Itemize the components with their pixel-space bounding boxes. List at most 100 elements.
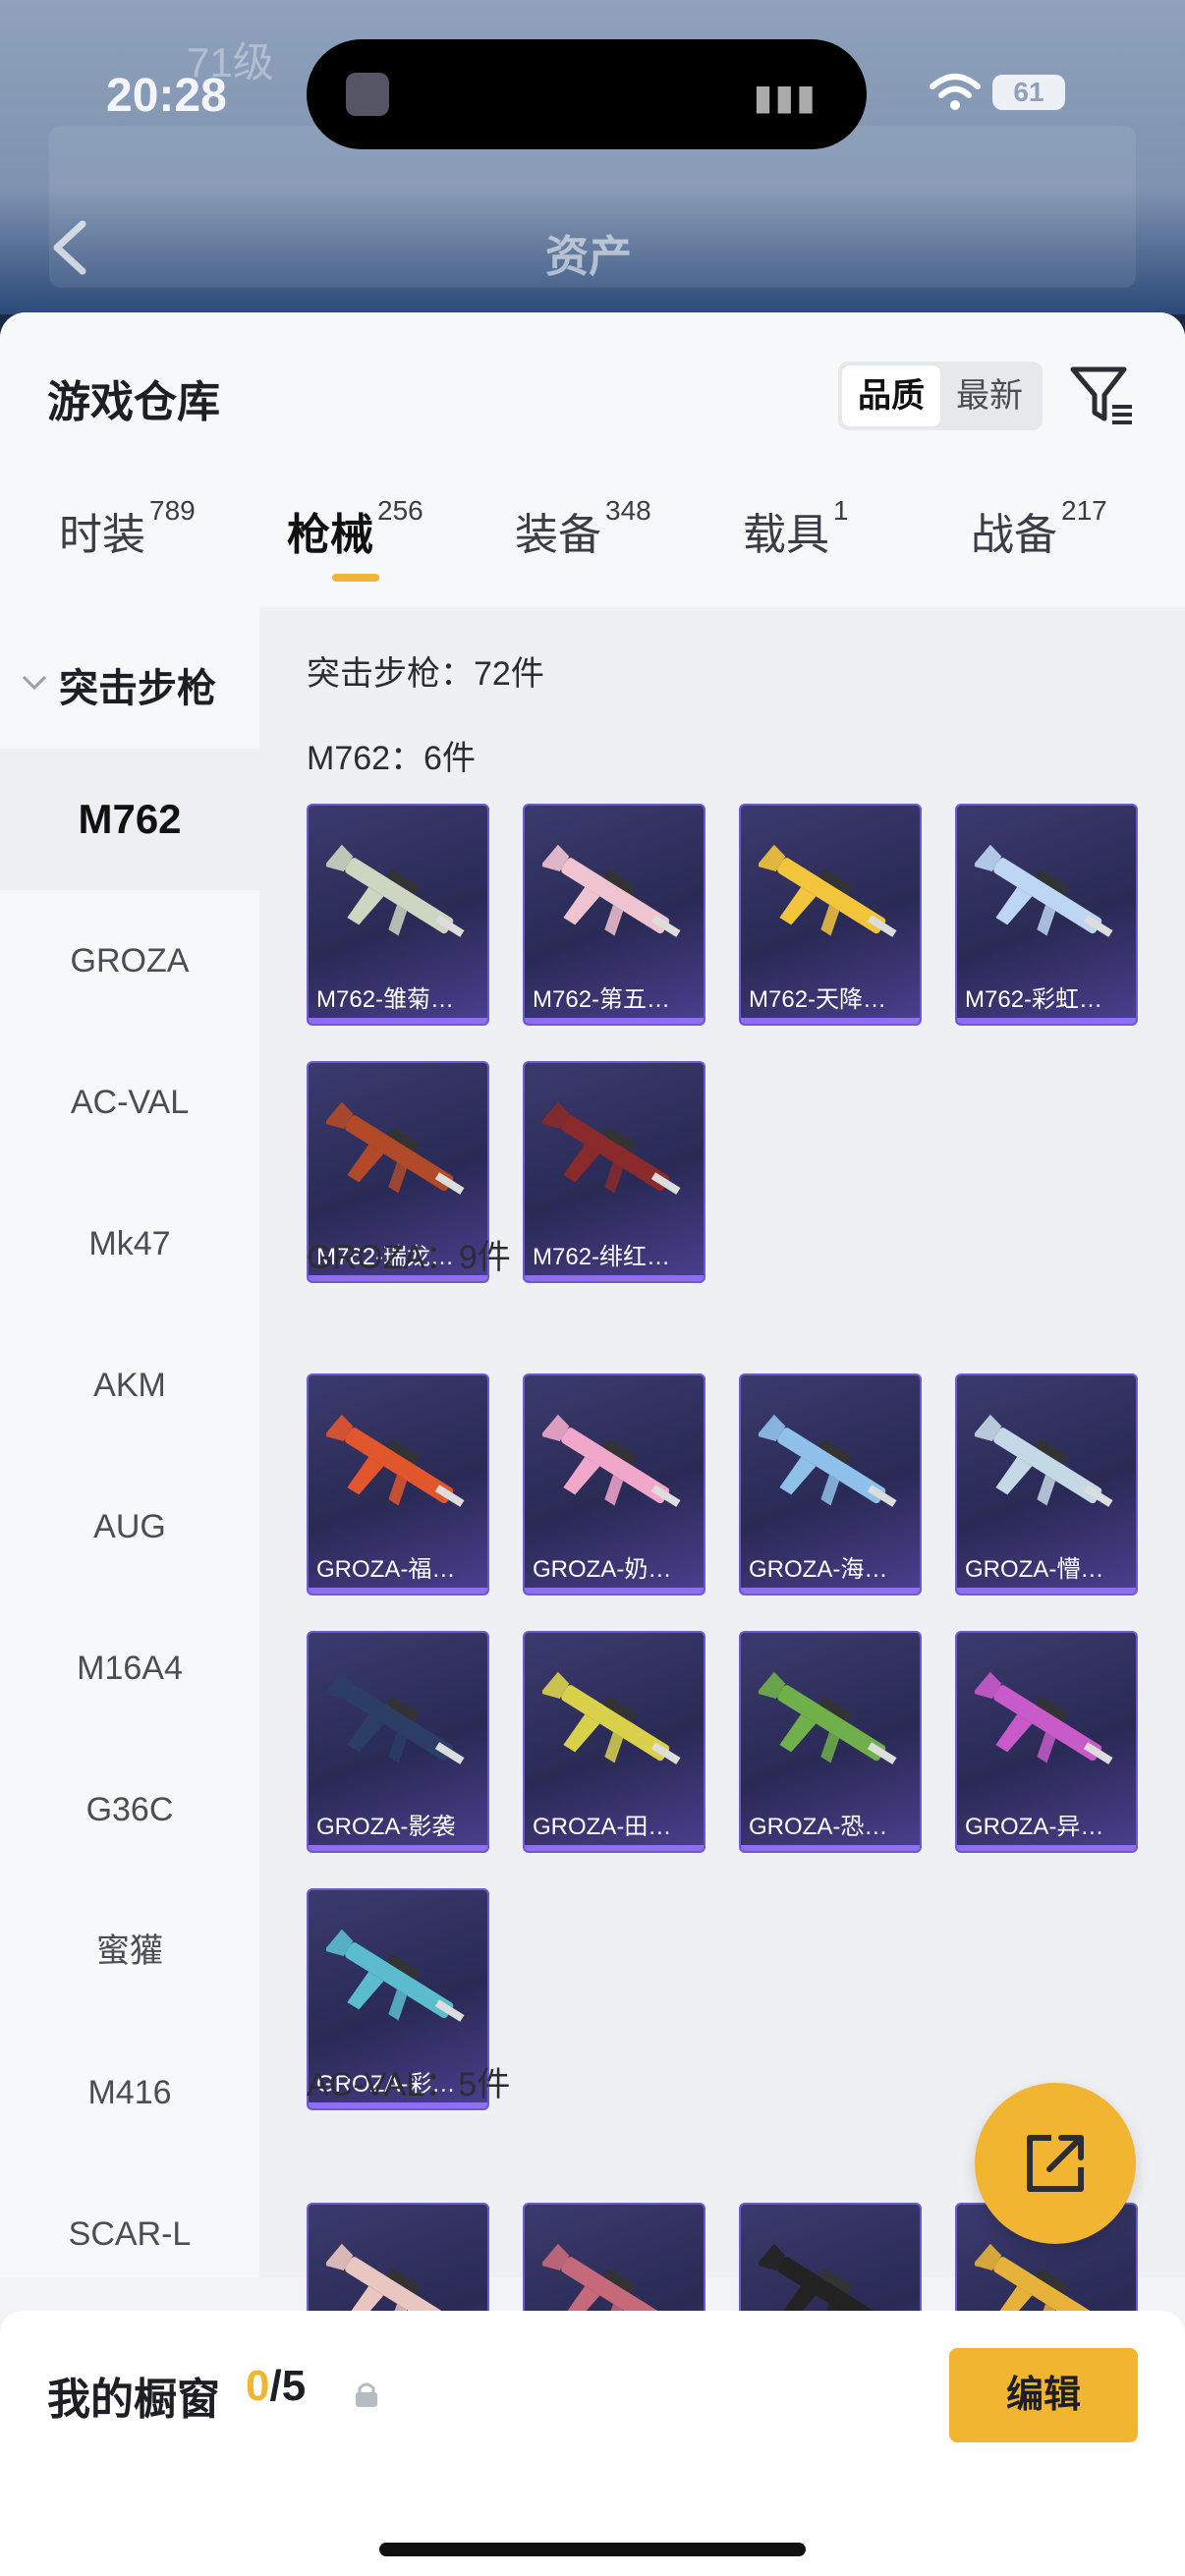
weapon-sidebar: 突击步枪 M762 GROZA AC-VAL Mk47 AKM AUG M16A… — [0, 607, 259, 2277]
weapon-card[interactable]: M762-第五… — [523, 804, 705, 1026]
gun-image — [326, 844, 465, 937]
lock-icon — [356, 2382, 377, 2407]
group-label-groza: GROZA：9件 — [307, 1239, 511, 1276]
category-tabs: 时装789 枪械256 装备348 载具1 战备217 — [0, 495, 1185, 597]
sidebar-item-aug[interactable]: AUG — [0, 1456, 259, 1597]
dynamic-island: ▮▮▮ — [307, 39, 867, 149]
status-time: 20:28 — [106, 70, 227, 122]
weapon-name: GROZA-田… — [533, 1814, 672, 1840]
weapon-name: M762-天降… — [749, 986, 887, 1013]
gun-image — [975, 1671, 1113, 1764]
showcase-count: 0/5 — [246, 2362, 306, 2411]
group-label-m762: M762：6件 — [307, 740, 476, 777]
battery-icon: 61 — [992, 75, 1065, 110]
active-tab-indicator — [332, 574, 379, 582]
gun-image — [759, 1671, 897, 1764]
audio-wave-icon: ▮▮▮ — [753, 77, 818, 117]
tab-gear[interactable]: 战备217 — [971, 495, 1107, 597]
gun-image — [542, 1414, 681, 1507]
tab-count: 217 — [1061, 495, 1107, 526]
now-playing-thumbnail — [346, 73, 389, 116]
tab-fashion[interactable]: 时装789 — [59, 495, 196, 597]
page-title: 资产 — [545, 233, 632, 281]
tab-count: 348 — [605, 495, 651, 526]
gun-image — [975, 1414, 1113, 1507]
tab-label: 战备 — [971, 511, 1057, 559]
sheet-header: 游戏仓库 品质 最新 时装789 枪械256 装备348 载具1 战备217 — [0, 312, 1185, 607]
sidebar-item-mk47[interactable]: Mk47 — [0, 1173, 259, 1315]
sidebar-item-ac-val[interactable]: AC-VAL — [0, 1032, 259, 1173]
weapon-name: M762-绯红… — [533, 1244, 671, 1270]
sidebar-item-scar-l[interactable]: SCAR-L — [0, 2163, 259, 2305]
tab-label: 装备 — [515, 511, 601, 559]
gun-image — [326, 1414, 465, 1507]
weapon-card[interactable]: GROZA-海… — [739, 1373, 922, 1596]
sidebar-item-groza[interactable]: GROZA — [0, 890, 259, 1032]
sort-quality-button[interactable]: 品质 — [842, 365, 940, 426]
gun-image — [326, 1101, 465, 1195]
weapon-card[interactable]: GROZA-福… — [307, 1373, 489, 1596]
weapon-card[interactable]: GROZA-异… — [955, 1631, 1138, 1853]
weapon-name: GROZA-异… — [965, 1814, 1104, 1840]
sidebar-item-honey-badger[interactable]: 蜜獾 — [0, 1880, 259, 2022]
sort-latest-button[interactable]: 最新 — [940, 365, 1039, 426]
gun-image — [542, 1101, 681, 1195]
weapon-name: M762-第五… — [533, 986, 671, 1013]
sidebar-item-g36c[interactable]: G36C — [0, 1739, 259, 1880]
weapon-name: GROZA-懵… — [965, 1556, 1104, 1583]
tab-weapons[interactable]: 枪械256 — [287, 495, 423, 597]
share-icon — [1027, 2135, 1084, 2192]
weapon-card[interactable]: GROZA-奶… — [523, 1373, 705, 1596]
home-indicator — [379, 2543, 806, 2556]
wifi-icon — [930, 74, 981, 110]
gun-image — [759, 1414, 897, 1507]
sidebar-item-m762[interactable]: M762 — [0, 749, 259, 890]
sheet-title: 游戏仓库 — [47, 378, 220, 426]
gun-image — [326, 1929, 465, 2022]
weapon-card[interactable]: M762-雏菊… — [307, 804, 489, 1026]
edit-button[interactable]: 编辑 — [949, 2348, 1138, 2442]
weapon-card[interactable]: GROZA-田… — [523, 1631, 705, 1853]
weapon-name: GROZA-恐… — [749, 1814, 888, 1840]
gun-image — [975, 844, 1113, 937]
sidebar-item-akm[interactable]: AKM — [0, 1315, 259, 1456]
tab-label: 枪械 — [287, 511, 373, 559]
gun-image — [542, 1671, 681, 1764]
tab-count: 256 — [377, 495, 423, 526]
showcase-current: 0 — [246, 2362, 270, 2410]
gun-image — [759, 844, 897, 937]
tab-count: 789 — [149, 495, 196, 526]
weapon-card[interactable]: GROZA-恐… — [739, 1631, 922, 1853]
tab-vehicles[interactable]: 载具1 — [743, 495, 849, 597]
weapon-name: GROZA-奶… — [533, 1556, 672, 1583]
sidebar-item-m16a4[interactable]: M16A4 — [0, 1597, 259, 1739]
sidebar-item-m416[interactable]: M416 — [0, 2022, 259, 2163]
weapon-card[interactable]: M762-天降… — [739, 804, 922, 1026]
weapon-card[interactable]: GROZA-懵… — [955, 1373, 1138, 1596]
weapon-name: M762-雏菊… — [316, 986, 455, 1013]
weapon-name: GROZA-影袭 — [316, 1814, 456, 1840]
group-label-ac-val: AC-VAL：5件 — [307, 2066, 511, 2103]
tab-label: 时装 — [59, 511, 145, 559]
warehouse-sheet: 游戏仓库 品质 最新 时装789 枪械256 装备348 载具1 战备217 突… — [0, 312, 1185, 2576]
summary-label: 突击步枪：72件 — [307, 655, 544, 693]
tab-equipment[interactable]: 装备348 — [515, 495, 651, 597]
showcase-total: /5 — [269, 2362, 307, 2410]
category-label: 突击步枪 — [59, 667, 216, 710]
weapon-card[interactable]: M762-彩虹… — [955, 804, 1138, 1026]
showcase-bar: 我的橱窗 0/5 编辑 — [0, 2311, 1185, 2576]
filter-icon[interactable] — [1069, 364, 1136, 428]
share-button[interactable] — [975, 2083, 1136, 2244]
category-header[interactable]: 突击步枪 — [0, 607, 259, 745]
gun-image — [542, 844, 681, 937]
weapon-card[interactable]: GROZA-影袭 — [307, 1631, 489, 1853]
sort-toggle: 品质 最新 — [838, 362, 1043, 430]
tab-count: 1 — [833, 495, 849, 526]
weapon-card[interactable]: M762-绯红… — [523, 1061, 705, 1283]
back-arrow-icon[interactable] — [47, 218, 92, 277]
profile-header-background: 71级 20:28 ▮▮▮ 61 资产 — [0, 0, 1185, 314]
chevron-down-icon — [22, 675, 47, 691]
weapon-name: M762-彩虹… — [965, 986, 1103, 1013]
weapon-grid: 突击步枪：72件 M762：6件 M762-雏菊… M762-第五… M762-天降… — [259, 607, 1185, 2425]
weapon-name: GROZA-海… — [749, 1556, 888, 1583]
